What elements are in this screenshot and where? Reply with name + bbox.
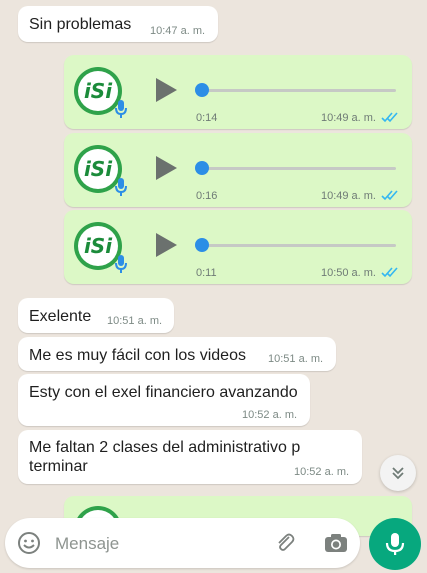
incoming-message[interactable]: Esty con el exel financiero avanzando 10… (18, 374, 310, 426)
play-icon[interactable] (152, 230, 180, 260)
message-time: 10:50 a. m. (320, 267, 376, 279)
audio-progress-track[interactable] (198, 89, 396, 92)
audio-duration: 0:16 (196, 190, 218, 202)
incoming-message[interactable]: Sin problemas 10:47 a. m. (18, 6, 218, 42)
mic-icon (115, 100, 127, 118)
camera-icon[interactable] (323, 531, 349, 555)
voice-note[interactable]: iSi 0:11 10:50 a. m. (64, 210, 412, 284)
message-input[interactable]: Mensaje (55, 534, 119, 554)
message-text: Me es muy fácil con los videos (29, 347, 246, 364)
incoming-message[interactable]: Exelente 10:51 a. m. (18, 298, 174, 333)
message-time: 10:51 a. m. (268, 353, 324, 365)
message-text-line: terminar (29, 458, 88, 475)
message-text: Esty con el exel financiero avanzando (29, 384, 298, 401)
message-text: Exelente (29, 308, 92, 325)
message-composer[interactable]: Mensaje (5, 518, 360, 568)
paperclip-icon[interactable] (273, 531, 297, 555)
audio-seek-handle[interactable] (195, 238, 209, 252)
scroll-to-bottom-button[interactable] (380, 455, 416, 491)
message-time: 10:51 a. m. (107, 315, 163, 327)
emoji-icon[interactable] (17, 531, 41, 555)
message-time: 10:47 a. m. (150, 25, 206, 37)
play-icon[interactable] (152, 75, 180, 105)
audio-progress-track[interactable] (198, 244, 396, 247)
voice-note[interactable]: iSi 0:14 10:49 a. m. (64, 55, 412, 129)
mic-icon (115, 255, 127, 273)
message-time: 10:52 a. m. (242, 409, 298, 421)
incoming-message[interactable]: Me es muy fácil con los videos 10:51 a. … (18, 337, 336, 371)
avatar-logo: iSi (78, 149, 118, 189)
double-check-icon (381, 112, 398, 123)
message-time: 10:52 a. m. (294, 466, 350, 478)
incoming-message[interactable]: Me faltan 2 clases del administrativo p … (18, 430, 362, 484)
message-time: 10:49 a. m. (320, 190, 376, 202)
voice-note[interactable]: iSi 0:16 10:49 a. m. (64, 133, 412, 207)
double-check-icon (381, 267, 398, 278)
audio-duration: 0:11 (196, 267, 217, 279)
double-check-icon (381, 190, 398, 201)
audio-progress-track[interactable] (198, 167, 396, 170)
play-icon[interactable] (152, 153, 180, 183)
mic-icon (385, 533, 405, 555)
message-time: 10:49 a. m. (320, 112, 376, 124)
message-text-line: Me faltan 2 clases del administrativo p (29, 439, 301, 456)
audio-duration: 0:14 (196, 112, 218, 124)
chat-area: Sin problemas 10:47 a. m. iSi 0:14 10:49… (0, 0, 427, 573)
message-text: Sin problemas (29, 16, 132, 33)
avatar-logo: iSi (78, 71, 118, 111)
avatar-logo: iSi (78, 226, 118, 266)
voice-record-button[interactable] (369, 518, 421, 570)
audio-seek-handle[interactable] (195, 161, 209, 175)
audio-seek-handle[interactable] (195, 83, 209, 97)
mic-icon (115, 178, 127, 196)
message-text: Me faltan 2 clases del administrativo p … (29, 438, 300, 476)
chevron-double-down-icon (392, 467, 404, 480)
